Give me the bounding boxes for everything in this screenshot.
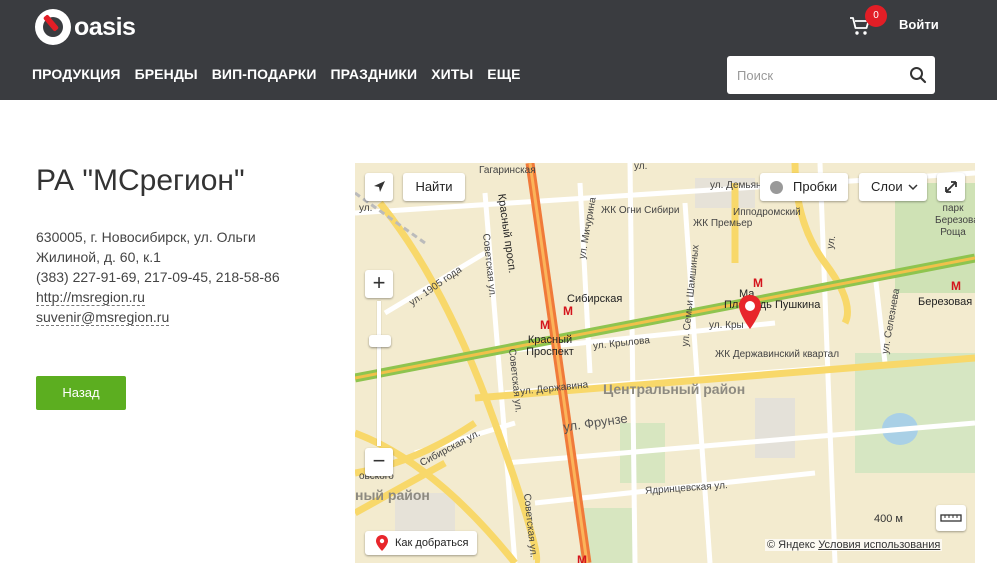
layers-button[interactable]: Слои xyxy=(859,173,927,201)
map-label: ул. xyxy=(634,163,648,172)
metro-icon: M xyxy=(577,553,587,563)
email-link[interactable]: suvenir@msregion.ru xyxy=(36,309,170,326)
copyright-text: © Яндекс xyxy=(767,539,816,551)
search-icon[interactable] xyxy=(909,66,927,84)
main-nav: ПРОДУКЦИЯ БРЕНДЫ ВИП-ПОДАРКИ ПРАЗДНИКИ Х… xyxy=(32,66,535,82)
metro-icon: M xyxy=(753,276,763,290)
terms-link[interactable]: Условия использования xyxy=(818,539,940,551)
nav-item-vip-gifts[interactable]: ВИП-ПОДАРКИ xyxy=(212,66,317,82)
map-find-button[interactable]: Найти xyxy=(403,173,465,201)
zoom-out-button[interactable]: − xyxy=(365,448,393,476)
district-label: ный район xyxy=(355,487,430,503)
map-label: Березовая xyxy=(918,296,973,308)
map-label: ул. xyxy=(359,203,373,214)
yandex-map[interactable]: Гагаринская ул. Красный просп. Сибирская… xyxy=(355,163,975,563)
map-label: Сибирская xyxy=(567,293,623,305)
nav-item-holidays[interactable]: ПРАЗДНИКИ xyxy=(331,66,418,82)
map-copyright: © Яндекс Условия использования xyxy=(765,539,943,551)
scale-label: 400 м xyxy=(874,513,903,525)
logo-icon xyxy=(35,9,71,45)
address-line-1: 630005, г. Новосибирск, ул. Ольги xyxy=(36,229,256,245)
zoom-slider-track[interactable] xyxy=(377,301,381,446)
zoom-slider-handle[interactable] xyxy=(369,335,391,347)
chevron-down-icon xyxy=(908,184,918,191)
nav-item-hits[interactable]: ХИТЫ xyxy=(431,66,473,82)
ruler-button[interactable] xyxy=(936,505,966,531)
metro-icon: M xyxy=(563,304,573,318)
fullscreen-icon xyxy=(945,181,957,193)
map-label: ЖК Огни Сибири xyxy=(601,205,680,216)
metro-icon: M xyxy=(540,318,550,332)
traffic-indicator-icon xyxy=(770,181,783,194)
login-link[interactable]: Войти xyxy=(899,17,939,32)
map-label: ул. xyxy=(825,234,839,250)
metro-icon: M xyxy=(951,279,961,293)
search-box xyxy=(727,56,935,94)
website-link[interactable]: http://msregion.ru xyxy=(36,289,145,306)
fullscreen-button[interactable] xyxy=(937,173,965,201)
geolocation-arrow-icon xyxy=(374,181,385,192)
address-line-2: Жилиной, д. 60, к.1 xyxy=(36,249,161,265)
route-pin-icon xyxy=(376,535,388,551)
map-label: парк Березовая Роща xyxy=(935,203,975,238)
logo[interactable]: oasis xyxy=(35,9,136,45)
company-info: 630005, г. Новосибирск, ул. Ольги Жилино… xyxy=(36,227,280,327)
search-input[interactable] xyxy=(727,56,902,94)
nav-item-products[interactable]: ПРОДУКЦИЯ xyxy=(32,66,121,82)
map-label: ЖК Державинский квартал xyxy=(715,349,840,360)
route-button[interactable]: Как добраться xyxy=(365,531,477,555)
district-label: Центральный район xyxy=(603,381,746,397)
traffic-button[interactable]: Пробки xyxy=(760,173,848,201)
map-label: Ипподромский xyxy=(733,207,801,218)
route-label: Как добраться xyxy=(395,537,469,549)
nav-item-more[interactable]: ЕЩЕ xyxy=(487,66,520,82)
cart-count-badge: 0 xyxy=(865,5,887,27)
nav-item-brands[interactable]: БРЕНДЫ xyxy=(135,66,198,82)
page-title: РА "МСрегион" xyxy=(36,164,245,197)
ruler-icon xyxy=(940,514,962,522)
traffic-label: Пробки xyxy=(793,179,838,194)
zoom-in-button[interactable]: + xyxy=(365,270,393,298)
site-header: oasis 0 Войти ПРОДУКЦИЯ БРЕНДЫ ВИП-ПОДАР… xyxy=(0,0,997,100)
back-button[interactable]: Назад xyxy=(36,376,126,410)
phones: (383) 227-91-69, 217-09-45, 218-58-86 xyxy=(36,269,280,285)
location-pin-icon[interactable] xyxy=(738,294,762,330)
logo-text: oasis xyxy=(74,12,136,41)
map-label: Красный Проспект xyxy=(526,334,574,358)
map-label: ЖК Премьер xyxy=(693,218,753,229)
map-label: Гагаринская xyxy=(479,165,536,176)
geolocation-button[interactable] xyxy=(365,173,393,201)
map-background xyxy=(355,163,975,563)
layers-label: Слои xyxy=(871,179,903,194)
